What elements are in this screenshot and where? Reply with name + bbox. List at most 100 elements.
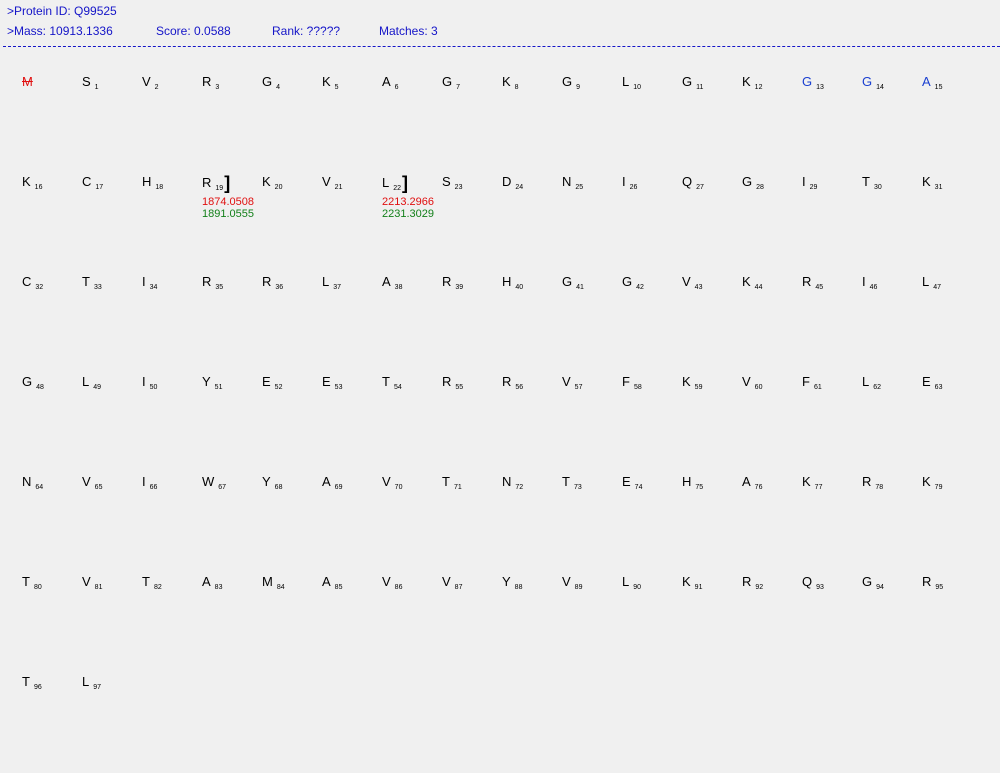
residue-cell[interactable]: V 86 bbox=[382, 573, 402, 591]
residue-cell[interactable]: V2 bbox=[142, 73, 159, 91]
residue-cell[interactable]: R3 bbox=[202, 73, 219, 91]
residue-cell[interactable]: N 64 bbox=[22, 473, 43, 491]
residue-cell[interactable]: T 82 bbox=[142, 573, 162, 591]
residue-cell[interactable]: K 79 bbox=[922, 473, 942, 491]
residue-cell[interactable]: I 34 bbox=[142, 273, 157, 291]
residue-cell[interactable]: K 91 bbox=[682, 573, 702, 591]
residue-cell[interactable]: G9 bbox=[562, 73, 580, 91]
residue-cell[interactable]: I 26 bbox=[622, 173, 637, 191]
residue-cell[interactable]: R 45 bbox=[802, 273, 823, 291]
residue-cell[interactable]: L 90 bbox=[622, 573, 641, 591]
residue-cell[interactable]: F 61 bbox=[802, 373, 822, 391]
residue-cell[interactable]: K 12 bbox=[742, 73, 762, 91]
residue-cell[interactable]: M bbox=[22, 73, 33, 91]
residue-cell[interactable]: V 81 bbox=[82, 573, 102, 591]
residue-cell[interactable]: T 54 bbox=[382, 373, 402, 391]
residue-cell[interactable]: A 76 bbox=[742, 473, 762, 491]
residue-cell[interactable]: Y 68 bbox=[262, 473, 282, 491]
residue-cell[interactable]: G7 bbox=[442, 73, 460, 91]
residue-cell[interactable]: G 14 bbox=[862, 73, 884, 91]
residue-cell[interactable]: V 60 bbox=[742, 373, 762, 391]
residue-cell[interactable]: D 24 bbox=[502, 173, 523, 191]
residue-cell[interactable]: K 44 bbox=[742, 273, 762, 291]
residue-cell[interactable]: T 71 bbox=[442, 473, 462, 491]
residue-cell[interactable]: L 62 bbox=[862, 373, 881, 391]
residue-cell[interactable]: V 65 bbox=[82, 473, 102, 491]
residue-cell[interactable]: R 39 bbox=[442, 273, 463, 291]
residue-cell[interactable]: R 56 bbox=[502, 373, 523, 391]
residue-cell[interactable]: G 42 bbox=[622, 273, 644, 291]
residue-cell[interactable]: L 10 bbox=[622, 73, 641, 91]
residue-cell[interactable]: E 63 bbox=[922, 373, 942, 391]
residue-cell[interactable]: G4 bbox=[262, 73, 280, 91]
residue-cell[interactable]: A 85 bbox=[322, 573, 342, 591]
residue-cell[interactable]: K 77 bbox=[802, 473, 822, 491]
residue-cell[interactable]: R 35 bbox=[202, 273, 223, 291]
residue-cell[interactable]: K 20 bbox=[262, 173, 282, 191]
residue-cell[interactable]: H 75 bbox=[682, 473, 703, 491]
residue-cell[interactable]: T 73 bbox=[562, 473, 582, 491]
residue-cell[interactable]: A 38 bbox=[382, 273, 402, 291]
residue-cell[interactable]: G 94 bbox=[862, 573, 884, 591]
residue-cell[interactable]: W 67 bbox=[202, 473, 226, 491]
residue-cell[interactable]: I 50 bbox=[142, 373, 157, 391]
residue-cell[interactable]: Q 93 bbox=[802, 573, 824, 591]
residue-cell[interactable]: Y 88 bbox=[502, 573, 522, 591]
residue-cell[interactable]: V 87 bbox=[442, 573, 462, 591]
residue-cell[interactable]: K5 bbox=[322, 73, 339, 91]
residue-cell[interactable]: S1 bbox=[82, 73, 99, 91]
residue-cell[interactable]: A 15 bbox=[922, 73, 942, 91]
residue-cell[interactable]: F 58 bbox=[622, 373, 642, 391]
residue-cell[interactable]: T 33 bbox=[82, 273, 102, 291]
residue-cell[interactable]: A 83 bbox=[202, 573, 222, 591]
residue-cell[interactable]: L 97 bbox=[82, 673, 101, 691]
residue-cell[interactable]: K 31 bbox=[922, 173, 942, 191]
residue-cell[interactable]: C 32 bbox=[22, 273, 43, 291]
residue-cell[interactable]: H 40 bbox=[502, 273, 523, 291]
residue-cell[interactable]: I 46 bbox=[862, 273, 877, 291]
residue-cell[interactable]: N 72 bbox=[502, 473, 523, 491]
residue-cell[interactable]: T 30 bbox=[862, 173, 882, 191]
residue-cell[interactable]: L 37 bbox=[322, 273, 341, 291]
residue-cell[interactable]: R 55 bbox=[442, 373, 463, 391]
residue-cell[interactable]: Q 27 bbox=[682, 173, 704, 191]
residue-cell[interactable]: Y 51 bbox=[202, 373, 222, 391]
residue-cell[interactable]: R 36 bbox=[262, 273, 283, 291]
residue-cell[interactable]: G 28 bbox=[742, 173, 764, 191]
residue-cell[interactable]: H 18 bbox=[142, 173, 163, 191]
residue-cell[interactable]: L 22] bbox=[382, 173, 408, 194]
residue-cell[interactable]: N 25 bbox=[562, 173, 583, 191]
residue-index: 30 bbox=[873, 184, 882, 191]
residue-cell[interactable]: G 13 bbox=[802, 73, 824, 91]
residue-cell[interactable]: G 48 bbox=[22, 373, 44, 391]
residue-cell[interactable]: R 92 bbox=[742, 573, 763, 591]
residue-cell[interactable]: G 41 bbox=[562, 273, 584, 291]
residue-cell[interactable]: E 53 bbox=[322, 373, 342, 391]
residue-cell[interactable]: M 84 bbox=[262, 573, 285, 591]
residue-cell[interactable]: A6 bbox=[382, 73, 399, 91]
residue-cell[interactable]: C 17 bbox=[82, 173, 103, 191]
residue-cell[interactable]: V 43 bbox=[682, 273, 702, 291]
residue-index: 51 bbox=[214, 384, 223, 391]
residue-cell[interactable]: K8 bbox=[502, 73, 519, 91]
residue-cell[interactable]: S 23 bbox=[442, 173, 462, 191]
residue-cell[interactable]: V 70 bbox=[382, 473, 402, 491]
residue-cell[interactable]: T 80 bbox=[22, 573, 42, 591]
residue-cell[interactable]: L 49 bbox=[82, 373, 101, 391]
residue-cell[interactable]: G 11 bbox=[682, 73, 703, 91]
residue-cell[interactable]: V 89 bbox=[562, 573, 582, 591]
residue-cell[interactable]: E 52 bbox=[262, 373, 282, 391]
residue-cell[interactable]: R 95 bbox=[922, 573, 943, 591]
residue-cell[interactable]: R 78 bbox=[862, 473, 883, 491]
residue-cell[interactable]: V 21 bbox=[322, 173, 342, 191]
residue-cell[interactable]: I 29 bbox=[802, 173, 817, 191]
residue-cell[interactable]: T 96 bbox=[22, 673, 42, 691]
residue-cell[interactable]: V 57 bbox=[562, 373, 582, 391]
residue-cell[interactable]: A 69 bbox=[322, 473, 342, 491]
residue-cell[interactable]: E 74 bbox=[622, 473, 642, 491]
residue-cell[interactable]: L 47 bbox=[922, 273, 941, 291]
residue-cell[interactable]: K 59 bbox=[682, 373, 702, 391]
residue-cell[interactable]: R 19] bbox=[202, 173, 230, 194]
residue-cell[interactable]: K 16 bbox=[22, 173, 42, 191]
residue-cell[interactable]: I 66 bbox=[142, 473, 157, 491]
